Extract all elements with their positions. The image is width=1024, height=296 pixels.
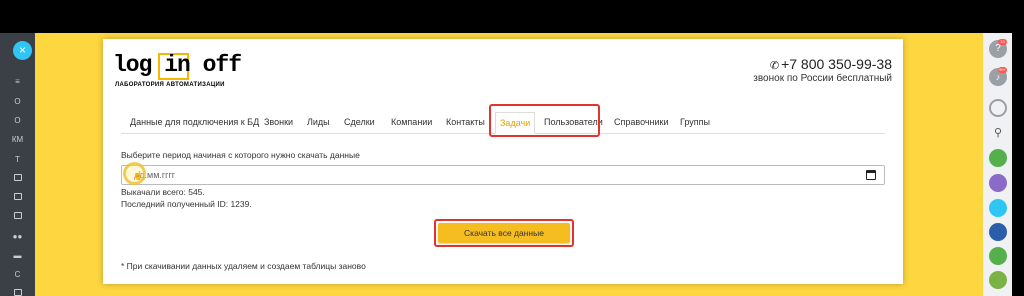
tab-deals[interactable]: Сделки xyxy=(344,112,375,134)
person-icon[interactable] xyxy=(989,247,1007,265)
group-icon[interactable]: ●● xyxy=(0,232,35,241)
contact-block: ✆ +7 800 350-99-38 звонок по России беспл… xyxy=(753,56,892,84)
stack-icon[interactable]: ▬ xyxy=(0,251,35,260)
app-card: log in off ЛАБОРАТОРИЯ АВТОМАТИЗАЦИИ ✆ +7… xyxy=(103,39,903,284)
tab-companies[interactable]: Компании xyxy=(391,112,432,134)
calendar-icon[interactable] xyxy=(0,193,35,202)
tab-directories[interactable]: Справочники xyxy=(614,112,669,134)
sidebar-item-o1[interactable]: О xyxy=(0,97,35,106)
help-badge: 10 xyxy=(998,39,1007,45)
team-icon[interactable] xyxy=(989,223,1007,241)
calendar-picker-icon[interactable] xyxy=(866,170,876,180)
tab-contacts[interactable]: Контакты xyxy=(446,112,485,134)
bell-badge: 99+ xyxy=(998,67,1007,73)
page-icon[interactable] xyxy=(0,289,35,296)
right-edge xyxy=(1012,33,1024,296)
left-sidebar: × ≡ О О КМ Т ●● ▬ С xyxy=(0,33,35,296)
sidebar-item-km[interactable]: КМ xyxy=(0,135,35,144)
last-id: Последний полученный ID: 1239. xyxy=(121,199,252,209)
person-icon-2[interactable] xyxy=(989,271,1007,289)
sidebar-filter-icon[interactable]: ≡ xyxy=(0,77,35,86)
tasks-icon[interactable] xyxy=(0,174,35,183)
logo-text: log in off xyxy=(113,52,242,78)
sidebar-item-c[interactable]: С xyxy=(0,270,35,279)
download-all-button[interactable]: Скачать все данные xyxy=(438,223,570,243)
user-icon[interactable] xyxy=(989,199,1007,217)
phone-number[interactable]: ✆ +7 800 350-99-38 xyxy=(753,56,892,72)
period-prompt: Выберите период начиная с которого нужно… xyxy=(121,150,360,160)
phone-icon: ✆ xyxy=(769,60,780,72)
logo-subtitle: ЛАБОРАТОРИЯ АВТОМАТИЗАЦИИ xyxy=(115,82,225,88)
tab-db-connection[interactable]: Данные для подключения к БД xyxy=(130,112,259,134)
downloaded-total: Выкачали всего: 545. xyxy=(121,187,205,197)
phone-text: +7 800 350-99-38 xyxy=(781,56,892,72)
logo: log in off ЛАБОРАТОРИЯ АВТОМАТИЗАЦИИ xyxy=(113,52,253,92)
top-black-bar xyxy=(0,0,1024,33)
hand-cursor-icon: ☝ xyxy=(133,171,143,180)
right-sidebar: ? 10 ♪ 99+ ⚲ xyxy=(983,33,1012,296)
search-icon[interactable]: ⚲ xyxy=(989,124,1007,142)
sidebar-item-o2[interactable]: О xyxy=(0,116,35,125)
phone-note: звонок по России бесплатный xyxy=(753,73,892,84)
chat-icon[interactable] xyxy=(0,212,35,221)
history-icon[interactable] xyxy=(989,99,1007,117)
tab-groups[interactable]: Группы xyxy=(680,112,710,134)
tab-calls[interactable]: Звонки xyxy=(264,112,293,134)
user-group-icon[interactable] xyxy=(989,149,1007,167)
lock-icon[interactable] xyxy=(989,174,1007,192)
highlight-tabs-box xyxy=(489,104,600,137)
footnote: * При скачивании данных удаляем и создае… xyxy=(121,261,366,271)
date-input[interactable]: дд.мм.гггг xyxy=(121,165,885,185)
tab-leads[interactable]: Лиды xyxy=(307,112,330,134)
close-icon[interactable]: × xyxy=(13,41,32,60)
sidebar-item-t[interactable]: Т xyxy=(0,155,35,164)
